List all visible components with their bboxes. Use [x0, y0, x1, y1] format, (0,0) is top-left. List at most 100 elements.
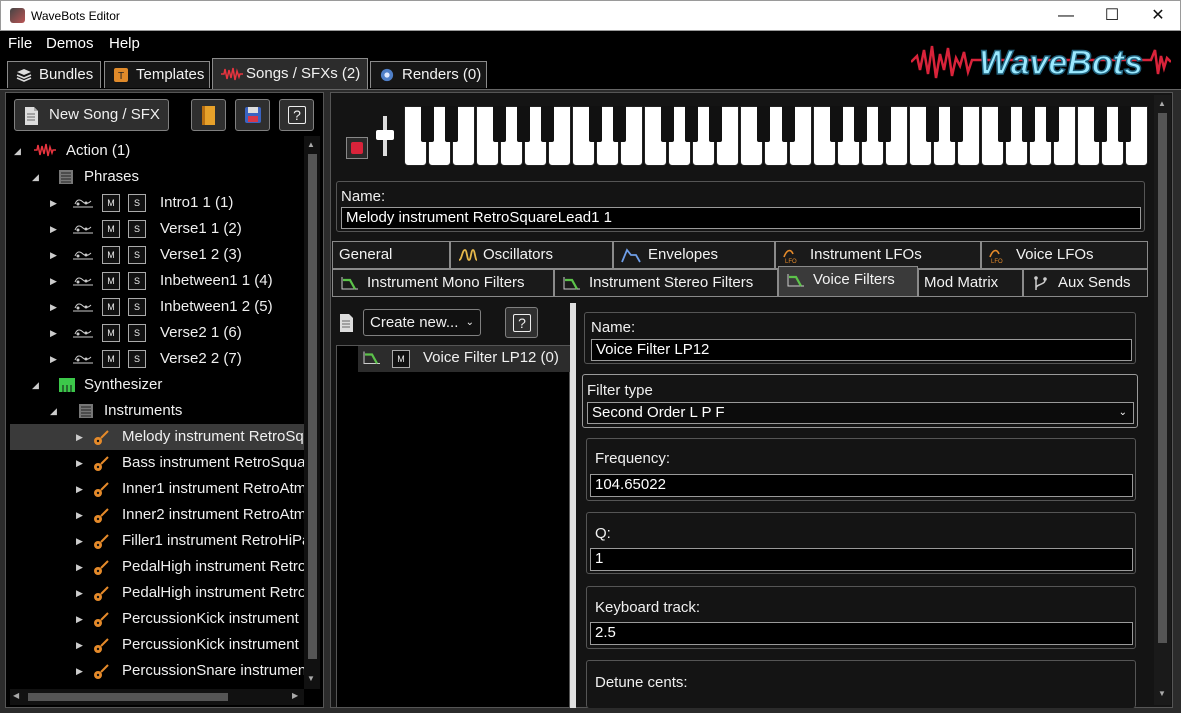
tab-envelopes[interactable]: Envelopes: [613, 241, 775, 269]
collapse-arrow-icon[interactable]: ◢: [14, 138, 21, 164]
expand-arrow-icon[interactable]: ▶: [50, 190, 57, 216]
tree-item[interactable]: ▶ Inner1 instrument RetroAtmosphere1 1: [10, 476, 320, 502]
tab-instrument-mono-filters[interactable]: Instrument Mono Filters: [332, 269, 554, 297]
expand-arrow-icon[interactable]: ▶: [76, 450, 83, 476]
piano-black-key[interactable]: [493, 106, 507, 142]
tree-item[interactable]: ▶ Inner2 instrument RetroAtmosphere2 1: [10, 502, 320, 528]
mute-toggle[interactable]: M: [102, 350, 120, 368]
editor-scroll-thumb[interactable]: [1158, 113, 1167, 643]
solo-toggle[interactable]: S: [128, 246, 146, 264]
tab-oscillators[interactable]: Oscillators: [450, 241, 613, 269]
expand-arrow-icon[interactable]: ▶: [76, 528, 83, 554]
tree-item[interactable]: ▶ M S Inbetween1 2 (5): [10, 294, 304, 320]
expand-arrow-icon[interactable]: ▶: [76, 632, 83, 658]
piano-black-key[interactable]: [709, 106, 723, 142]
menu-demos[interactable]: Demos: [46, 35, 94, 52]
expand-arrow-icon[interactable]: ▶: [76, 606, 83, 632]
mute-toggle[interactable]: M: [392, 350, 410, 368]
tree-item[interactable]: ▶ M S Verse1 2 (3): [10, 242, 304, 268]
expand-arrow-icon[interactable]: ▶: [50, 320, 57, 346]
tab-mod-matrix[interactable]: Mod Matrix: [918, 269, 1023, 297]
tree-hscroll-thumb[interactable]: [28, 693, 228, 701]
tree-scroll-thumb[interactable]: [308, 154, 317, 659]
piano-black-key[interactable]: [829, 106, 843, 142]
piano-black-key[interactable]: [517, 106, 531, 142]
tab-aux-sends[interactable]: Aux Sends: [1023, 269, 1148, 297]
instrument-name-field[interactable]: Melody instrument RetroSquareLead1 1: [341, 207, 1141, 229]
tree-item[interactable]: ▶ PedalHigh instrument RetroPedal1 1: [10, 554, 320, 580]
tree-vertical-scrollbar[interactable]: ▲ ▼: [304, 136, 320, 689]
expand-arrow-icon[interactable]: ▶: [50, 268, 57, 294]
tree-item[interactable]: ◢ Phrases: [10, 164, 304, 190]
record-button[interactable]: [346, 137, 368, 159]
expand-arrow-icon[interactable]: ▶: [76, 580, 83, 606]
mute-toggle[interactable]: M: [102, 220, 120, 238]
expand-arrow-icon[interactable]: ▶: [76, 424, 83, 450]
solo-toggle[interactable]: S: [128, 324, 146, 342]
filters-help-button[interactable]: ?: [505, 307, 538, 338]
tab-voice-lfos[interactable]: LFO Voice LFOs: [981, 241, 1148, 269]
tree-item[interactable]: ▶ M S Inbetween1 1 (4): [10, 268, 304, 294]
tab-instrument-stereo-filters[interactable]: Instrument Stereo Filters: [554, 269, 778, 297]
solo-toggle[interactable]: S: [128, 350, 146, 368]
editor-vertical-scrollbar[interactable]: ▲ ▼: [1154, 95, 1171, 705]
piano-black-key[interactable]: [853, 106, 867, 142]
piano-black-key[interactable]: [781, 106, 795, 142]
piano-black-key[interactable]: [877, 106, 891, 142]
expand-arrow-icon[interactable]: ▶: [50, 242, 57, 268]
mute-toggle[interactable]: M: [102, 194, 120, 212]
piano-black-key[interactable]: [1093, 106, 1107, 142]
solo-toggle[interactable]: S: [128, 194, 146, 212]
q-field[interactable]: 1: [590, 548, 1133, 571]
song-tree[interactable]: ◢ Action (1) ◢ Phrases ▶ M S Intro1 1 (1) ▶ M S Ver…: [10, 136, 320, 689]
mute-toggle[interactable]: M: [102, 298, 120, 316]
piano-black-key[interactable]: [661, 106, 675, 142]
frequency-field[interactable]: 104.65022: [590, 474, 1133, 497]
tree-item[interactable]: ▶ Melody instrument RetroSquareLead1 1: [10, 424, 320, 450]
keyboard-track-field[interactable]: 2.5: [590, 622, 1133, 645]
piano-black-key[interactable]: [925, 106, 939, 142]
expand-arrow-icon[interactable]: ▶: [50, 216, 57, 242]
tree-item[interactable]: ▶ PedalHigh instrument RetroPedal1 2: [10, 580, 320, 606]
tab-songs-sfxs[interactable]: Songs / SFXs (2): [212, 58, 368, 89]
tab-renders[interactable]: Renders (0): [370, 61, 487, 88]
create-new-dropdown[interactable]: Create new... ⌄: [363, 309, 481, 336]
tab-bundles[interactable]: Bundles: [7, 61, 101, 88]
expand-arrow-icon[interactable]: ▶: [76, 554, 83, 580]
tab-templates[interactable]: T Templates: [104, 61, 210, 88]
piano-black-key[interactable]: [949, 106, 963, 142]
tree-item[interactable]: ▶ M S Intro1 1 (1): [10, 190, 304, 216]
tree-horizontal-scrollbar[interactable]: ◀ ▶: [10, 689, 304, 705]
menu-help[interactable]: Help: [109, 35, 140, 52]
tab-instrument-lfos[interactable]: LFO Instrument LFOs: [775, 241, 981, 269]
expand-arrow-icon[interactable]: ▶: [76, 502, 83, 528]
tree-item[interactable]: ▶ M S Verse1 1 (2): [10, 216, 304, 242]
solo-toggle[interactable]: S: [128, 220, 146, 238]
tree-item[interactable]: ◢ Action (1): [10, 138, 304, 164]
piano-black-key[interactable]: [757, 106, 771, 142]
collapse-arrow-icon[interactable]: ◢: [32, 372, 39, 398]
expand-arrow-icon[interactable]: ▶: [76, 476, 83, 502]
volume-slider-handle[interactable]: [376, 130, 394, 140]
tree-item[interactable]: ◢ Instruments: [10, 398, 304, 424]
expand-arrow-icon[interactable]: ▶: [50, 294, 57, 320]
expand-arrow-icon[interactable]: ▶: [76, 658, 83, 684]
collapse-arrow-icon[interactable]: ◢: [50, 398, 57, 424]
piano-black-key[interactable]: [421, 106, 435, 142]
tree-item[interactable]: ▶ PercussionSnare instrument RetroSnare1 …: [10, 658, 320, 684]
piano-black-key[interactable]: [685, 106, 699, 142]
piano-black-key[interactable]: [997, 106, 1011, 142]
filter-type-select[interactable]: Second Order L P F ⌄: [587, 402, 1134, 424]
mute-toggle[interactable]: M: [102, 272, 120, 290]
solo-toggle[interactable]: S: [128, 272, 146, 290]
mute-toggle[interactable]: M: [102, 324, 120, 342]
piano-black-key[interactable]: [1045, 106, 1059, 142]
new-song-button[interactable]: New Song / SFX: [14, 99, 169, 131]
solo-toggle[interactable]: S: [128, 298, 146, 316]
splitter[interactable]: [570, 303, 576, 708]
save-button[interactable]: [235, 99, 270, 131]
piano-black-key[interactable]: [613, 106, 627, 142]
tree-item[interactable]: ◢ Synthesizer: [10, 372, 304, 398]
tab-general[interactable]: General: [332, 241, 450, 269]
minimize-button[interactable]: —: [1043, 1, 1089, 31]
